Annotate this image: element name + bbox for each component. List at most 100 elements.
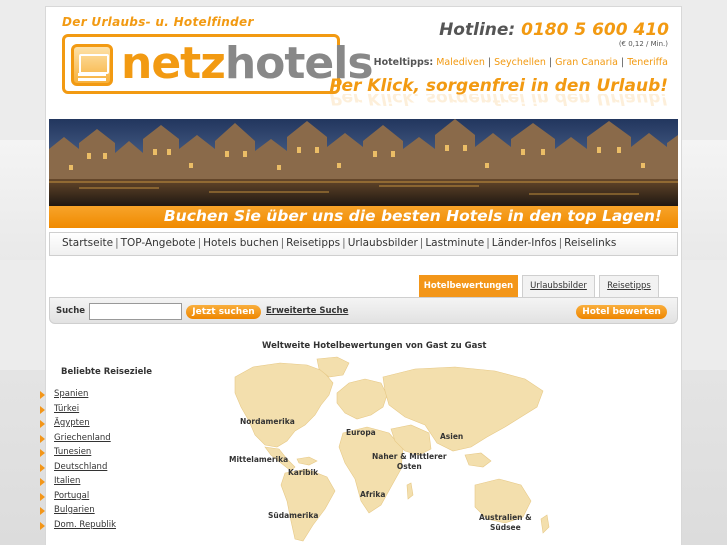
nav-item-reiselinks[interactable]: Reiselinks	[564, 237, 616, 249]
arrow-right-icon	[40, 420, 45, 428]
arrow-right-icon	[40, 405, 45, 414]
logo-brand-part: netz	[121, 38, 226, 89]
nav-item-reisetipps[interactable]: Reisetipps	[286, 237, 340, 249]
list-item: Dom. Republik	[40, 520, 116, 535]
netzhotels-logo[interactable]: netzhotels	[62, 34, 374, 94]
arrow-right-icon	[40, 391, 45, 399]
map-title: Weltweite Hotelbewertungen von Gast zu G…	[262, 341, 487, 351]
nav-item-laender-infos[interactable]: Länder-Infos	[492, 237, 557, 249]
city-skyline-graphic	[49, 119, 678, 206]
map-label-nordamerika: Nordamerika	[240, 417, 295, 426]
arrow-right-icon	[40, 478, 45, 486]
destination-link[interactable]: Spanien	[54, 389, 88, 399]
list-item: Griechenland	[40, 433, 116, 448]
extended-search-link[interactable]: Erweiterte Suche	[266, 306, 348, 316]
tab-hotelbewertungen[interactable]: Hotelbewertungen	[419, 275, 518, 297]
hotline-number: 0180 5 600 410	[521, 20, 669, 40]
tagline: Der Urlaubs- u. Hotelfinder	[62, 15, 254, 29]
destination-link[interactable]: Italien	[54, 476, 80, 486]
hoteltipps: Hoteltipps: Malediven | Seychellen | Gra…	[373, 57, 668, 68]
map-label-afrika: Afrika	[360, 490, 386, 499]
search-button[interactable]: Jetzt suchen	[186, 305, 261, 319]
map-label-europa: Europa	[346, 428, 376, 437]
destination-link[interactable]: Tunesien	[54, 447, 91, 457]
nav-item-lastminute[interactable]: Lastminute	[425, 237, 484, 249]
list-item: Deutschland	[40, 462, 116, 477]
search-label: Suche	[56, 306, 86, 316]
tab-label: Reisetipps	[607, 281, 651, 291]
nav-separator: |	[115, 237, 119, 249]
nav-item-urlaubsbilder[interactable]: Urlaubsbilder	[348, 237, 418, 249]
arrow-right-icon	[40, 492, 45, 501]
map-region-neuseeland[interactable]	[540, 514, 550, 534]
banner-slogan: Buchen Sie über uns die besten Hotels in…	[163, 207, 662, 225]
map-label-asien: Asien	[440, 432, 464, 441]
map-region-karibik[interactable]	[296, 456, 318, 466]
tab-urlaubsbilder[interactable]: Urlaubsbilder	[522, 275, 595, 297]
map-label-naher-osten-line2: Osten	[396, 462, 422, 471]
nav-separator: |	[197, 237, 202, 249]
map-region-madagaskar[interactable]	[406, 482, 414, 500]
map-label-australien: Australien & Südsee	[479, 513, 532, 533]
tab-label: Hotelbewertungen	[423, 281, 514, 291]
destinations-list: Spanien Türkei Ägypten Griechenland Tune…	[40, 389, 116, 535]
hoteltipp-link-gran-canaria[interactable]: Gran Canaria	[555, 57, 618, 68]
arrow-right-icon	[40, 463, 45, 472]
map-label-australien-line2: Südsee	[489, 523, 521, 532]
hoteltipp-link-malediven[interactable]: Malediven	[436, 57, 485, 68]
map-label-naher-osten-line1: Naher & Mittlerer	[372, 452, 447, 461]
destination-link[interactable]: Griechenland	[54, 433, 111, 443]
destination-link[interactable]: Deutschland	[54, 462, 107, 472]
slogan: Per Klick, sorgenfrei in den Urlaub!	[329, 76, 668, 96]
search-input[interactable]	[89, 303, 182, 320]
rate-hotel-button[interactable]: Hotel bewerten	[576, 305, 667, 319]
main-navigation: Startseite | TOP-Angebote | Hotels buchen | Re…	[49, 232, 678, 256]
list-item: Portugal	[40, 491, 116, 506]
hotline: Hotline: 0180 5 600 410	[439, 20, 669, 40]
nav-separator: |	[486, 237, 490, 249]
tab-label: Urlaubsbilder	[530, 281, 587, 291]
slogan-reflection: Per Klick, sorgenfrei in den Urlaub!	[329, 94, 668, 108]
map-label-australien-line1: Australien &	[479, 513, 532, 522]
map-region-europa[interactable]	[336, 378, 388, 420]
arrow-right-icon	[40, 434, 45, 443]
nav-separator: |	[558, 237, 563, 249]
list-item: Bulgarien	[40, 505, 116, 520]
list-item: Türkei	[40, 404, 116, 419]
hotline-price: (€ 0,12 / Min.)	[618, 40, 668, 48]
hoteltipp-link-seychellen[interactable]: Seychellen	[494, 57, 546, 68]
list-item: Spanien	[40, 389, 116, 404]
arrow-right-icon	[40, 521, 45, 530]
map-region-suedostasien[interactable]	[464, 452, 492, 468]
nav-separator: |	[280, 237, 285, 249]
map-label-karibik: Karibik	[288, 468, 319, 477]
hotline-label: Hotline:	[439, 20, 516, 40]
map-region-nordamerika[interactable]	[234, 362, 334, 448]
arrow-right-icon	[40, 507, 45, 515]
destination-link[interactable]: Dom. Republik	[54, 520, 116, 530]
banner-image	[49, 119, 678, 206]
nav-item-top-angebote[interactable]: TOP-Angebote	[121, 237, 196, 249]
map-label-naher-osten: Naher & Mittlerer Osten	[372, 452, 447, 472]
laptop-icon	[71, 44, 113, 86]
arrow-right-icon	[40, 449, 45, 457]
tab-reisetipps[interactable]: Reisetipps	[599, 275, 659, 297]
hoteltipp-link-teneriffa[interactable]: Teneriffa	[627, 57, 668, 68]
hoteltipps-label: Hoteltipps:	[373, 57, 434, 68]
nav-item-startseite[interactable]: Startseite	[62, 237, 113, 249]
nav-item-hotels-buchen[interactable]: Hotels buchen	[203, 237, 278, 249]
destination-link[interactable]: Ägypten	[54, 418, 90, 428]
banner-slogan-bar: Buchen Sie über uns die besten Hotels in…	[49, 206, 678, 228]
destination-link[interactable]: Bulgarien	[54, 505, 95, 515]
search-bar: Suche Jetzt suchen Erweiterte Suche Hote…	[49, 297, 678, 324]
list-item: Ägypten	[40, 418, 116, 433]
nav-separator: |	[419, 237, 424, 249]
destination-link[interactable]: Portugal	[54, 491, 89, 501]
map-label-mittelamerika: Mittelamerika	[229, 455, 289, 464]
list-item: Tunesien	[40, 447, 116, 462]
nav-separator: |	[342, 237, 346, 249]
list-item: Italien	[40, 476, 116, 491]
map-label-suedamerika: Südamerika	[268, 511, 319, 520]
destination-link[interactable]: Türkei	[54, 404, 79, 414]
map-region-suedamerika[interactable]	[280, 468, 336, 542]
